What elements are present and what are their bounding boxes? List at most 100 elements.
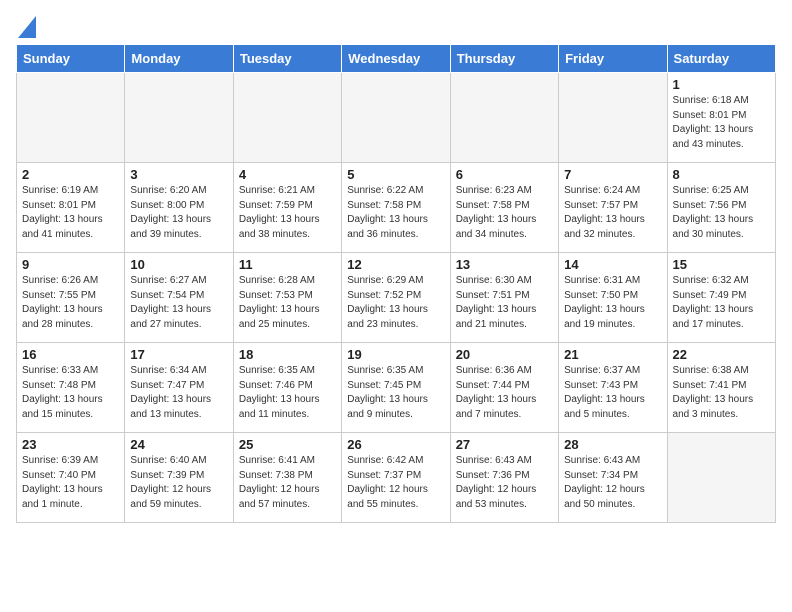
calendar-day-cell: 9 Sunrise: 6:26 AM Sunset: 7:55 PM Daylig…: [17, 253, 125, 343]
day-info: Sunrise: 6:26 AM Sunset: 7:55 PM Dayligh…: [22, 274, 119, 332]
day-info: Sunrise: 6:37 AM Sunset: 7:43 PM Dayligh…: [564, 364, 661, 422]
day-number: 24: [130, 437, 227, 452]
day-number: 3: [130, 167, 227, 182]
day-info: Sunrise: 6:35 AM Sunset: 7:45 PM Dayligh…: [347, 364, 444, 422]
calendar-week-row: 1 Sunrise: 6:18 AM Sunset: 8:01 PM Daylig…: [17, 73, 776, 163]
day-info: Sunrise: 6:40 AM Sunset: 7:39 PM Dayligh…: [130, 454, 227, 512]
day-info: Sunrise: 6:18 AM Sunset: 8:01 PM Dayligh…: [673, 94, 770, 152]
page-header: [16, 16, 776, 34]
day-info: Sunrise: 6:41 AM Sunset: 7:38 PM Dayligh…: [239, 454, 336, 512]
day-number: 23: [22, 437, 119, 452]
day-info: Sunrise: 6:28 AM Sunset: 7:53 PM Dayligh…: [239, 274, 336, 332]
calendar-day-cell: 4Sunrise: 6:21 AM Sunset: 7:59 PM Daylig…: [233, 163, 341, 253]
calendar-day-cell: 16 Sunrise: 6:33 AM Sunset: 7:48 PM Dayli…: [17, 343, 125, 433]
day-number: 5: [347, 167, 444, 182]
day-number: 22: [673, 347, 770, 362]
day-number: 25: [239, 437, 336, 452]
calendar-day-cell: [667, 433, 775, 523]
calendar-day-cell: [450, 73, 558, 163]
calendar-day-cell: 18Sunrise: 6:35 AM Sunset: 7:46 PM Dayli…: [233, 343, 341, 433]
calendar-day-cell: 10 Sunrise: 6:27 AM Sunset: 7:54 PM Dayli…: [125, 253, 233, 343]
calendar-day-cell: 5 Sunrise: 6:22 AM Sunset: 7:58 PM Daylig…: [342, 163, 450, 253]
day-number: 27: [456, 437, 553, 452]
day-number: 7: [564, 167, 661, 182]
logo-triangle-icon: [18, 16, 36, 38]
day-number: 13: [456, 257, 553, 272]
day-number: 20: [456, 347, 553, 362]
calendar-day-cell: [125, 73, 233, 163]
day-info: Sunrise: 6:25 AM Sunset: 7:56 PM Dayligh…: [673, 184, 770, 242]
calendar-day-cell: [559, 73, 667, 163]
day-info: Sunrise: 6:36 AM Sunset: 7:44 PM Dayligh…: [456, 364, 553, 422]
day-number: 11: [239, 257, 336, 272]
calendar-day-cell: 25 Sunrise: 6:41 AM Sunset: 7:38 PM Dayli…: [233, 433, 341, 523]
day-info: Sunrise: 6:42 AM Sunset: 7:37 PM Dayligh…: [347, 454, 444, 512]
day-info: Sunrise: 6:27 AM Sunset: 7:54 PM Dayligh…: [130, 274, 227, 332]
weekday-header-thursday: Thursday: [450, 45, 558, 73]
day-info: Sunrise: 6:31 AM Sunset: 7:50 PM Dayligh…: [564, 274, 661, 332]
day-number: 28: [564, 437, 661, 452]
calendar-day-cell: 27 Sunrise: 6:43 AM Sunset: 7:36 PM Dayli…: [450, 433, 558, 523]
day-info: Sunrise: 6:24 AM Sunset: 7:57 PM Dayligh…: [564, 184, 661, 242]
day-number: 18: [239, 347, 336, 362]
day-info: Sunrise: 6:34 AM Sunset: 7:47 PM Dayligh…: [130, 364, 227, 422]
day-number: 15: [673, 257, 770, 272]
calendar-day-cell: 19Sunrise: 6:35 AM Sunset: 7:45 PM Dayli…: [342, 343, 450, 433]
calendar-day-cell: 20 Sunrise: 6:36 AM Sunset: 7:44 PM Dayli…: [450, 343, 558, 433]
calendar-day-cell: 3 Sunrise: 6:20 AM Sunset: 8:00 PM Daylig…: [125, 163, 233, 253]
day-number: 14: [564, 257, 661, 272]
day-number: 21: [564, 347, 661, 362]
calendar-day-cell: 22Sunrise: 6:38 AM Sunset: 7:41 PM Dayli…: [667, 343, 775, 433]
weekday-header-wednesday: Wednesday: [342, 45, 450, 73]
calendar-day-cell: 6 Sunrise: 6:23 AM Sunset: 7:58 PM Daylig…: [450, 163, 558, 253]
day-number: 9: [22, 257, 119, 272]
day-number: 26: [347, 437, 444, 452]
calendar-day-cell: 17 Sunrise: 6:34 AM Sunset: 7:47 PM Dayli…: [125, 343, 233, 433]
calendar-day-cell: 2 Sunrise: 6:19 AM Sunset: 8:01 PM Daylig…: [17, 163, 125, 253]
calendar-day-cell: 8 Sunrise: 6:25 AM Sunset: 7:56 PM Daylig…: [667, 163, 775, 253]
day-info: Sunrise: 6:23 AM Sunset: 7:58 PM Dayligh…: [456, 184, 553, 242]
calendar-day-cell: 21 Sunrise: 6:37 AM Sunset: 7:43 PM Dayli…: [559, 343, 667, 433]
day-info: Sunrise: 6:21 AM Sunset: 7:59 PM Dayligh…: [239, 184, 336, 242]
day-number: 16: [22, 347, 119, 362]
calendar-day-cell: 14 Sunrise: 6:31 AM Sunset: 7:50 PM Dayli…: [559, 253, 667, 343]
day-info: Sunrise: 6:20 AM Sunset: 8:00 PM Dayligh…: [130, 184, 227, 242]
calendar-day-cell: 12 Sunrise: 6:29 AM Sunset: 7:52 PM Dayli…: [342, 253, 450, 343]
calendar-day-cell: 7 Sunrise: 6:24 AM Sunset: 7:57 PM Daylig…: [559, 163, 667, 253]
weekday-header-saturday: Saturday: [667, 45, 775, 73]
day-number: 17: [130, 347, 227, 362]
calendar-day-cell: 15 Sunrise: 6:32 AM Sunset: 7:49 PM Dayli…: [667, 253, 775, 343]
day-info: Sunrise: 6:39 AM Sunset: 7:40 PM Dayligh…: [22, 454, 119, 512]
calendar-day-cell: 28 Sunrise: 6:43 AM Sunset: 7:34 PM Dayli…: [559, 433, 667, 523]
day-info: Sunrise: 6:19 AM Sunset: 8:01 PM Dayligh…: [22, 184, 119, 242]
day-number: 1: [673, 77, 770, 92]
day-number: 2: [22, 167, 119, 182]
calendar-day-cell: 24 Sunrise: 6:40 AM Sunset: 7:39 PM Dayli…: [125, 433, 233, 523]
calendar-table: SundayMondayTuesdayWednesdayThursdayFrid…: [16, 44, 776, 523]
calendar-week-row: 23 Sunrise: 6:39 AM Sunset: 7:40 PM Dayli…: [17, 433, 776, 523]
day-info: Sunrise: 6:33 AM Sunset: 7:48 PM Dayligh…: [22, 364, 119, 422]
calendar-header-row: SundayMondayTuesdayWednesdayThursdayFrid…: [17, 45, 776, 73]
day-number: 6: [456, 167, 553, 182]
calendar-day-cell: 13 Sunrise: 6:30 AM Sunset: 7:51 PM Dayli…: [450, 253, 558, 343]
calendar-week-row: 16 Sunrise: 6:33 AM Sunset: 7:48 PM Dayli…: [17, 343, 776, 433]
day-number: 10: [130, 257, 227, 272]
calendar-week-row: 9 Sunrise: 6:26 AM Sunset: 7:55 PM Daylig…: [17, 253, 776, 343]
day-info: Sunrise: 6:32 AM Sunset: 7:49 PM Dayligh…: [673, 274, 770, 332]
day-info: Sunrise: 6:22 AM Sunset: 7:58 PM Dayligh…: [347, 184, 444, 242]
day-number: 12: [347, 257, 444, 272]
weekday-header-monday: Monday: [125, 45, 233, 73]
calendar-day-cell: 11 Sunrise: 6:28 AM Sunset: 7:53 PM Dayli…: [233, 253, 341, 343]
calendar-day-cell: 26 Sunrise: 6:42 AM Sunset: 7:37 PM Dayli…: [342, 433, 450, 523]
calendar-day-cell: 23 Sunrise: 6:39 AM Sunset: 7:40 PM Dayli…: [17, 433, 125, 523]
day-number: 8: [673, 167, 770, 182]
day-info: Sunrise: 6:43 AM Sunset: 7:34 PM Dayligh…: [564, 454, 661, 512]
day-info: Sunrise: 6:30 AM Sunset: 7:51 PM Dayligh…: [456, 274, 553, 332]
day-info: Sunrise: 6:29 AM Sunset: 7:52 PM Dayligh…: [347, 274, 444, 332]
day-info: Sunrise: 6:43 AM Sunset: 7:36 PM Dayligh…: [456, 454, 553, 512]
calendar-week-row: 2 Sunrise: 6:19 AM Sunset: 8:01 PM Daylig…: [17, 163, 776, 253]
calendar-day-cell: 1 Sunrise: 6:18 AM Sunset: 8:01 PM Daylig…: [667, 73, 775, 163]
calendar-day-cell: [342, 73, 450, 163]
weekday-header-tuesday: Tuesday: [233, 45, 341, 73]
calendar-day-cell: [233, 73, 341, 163]
